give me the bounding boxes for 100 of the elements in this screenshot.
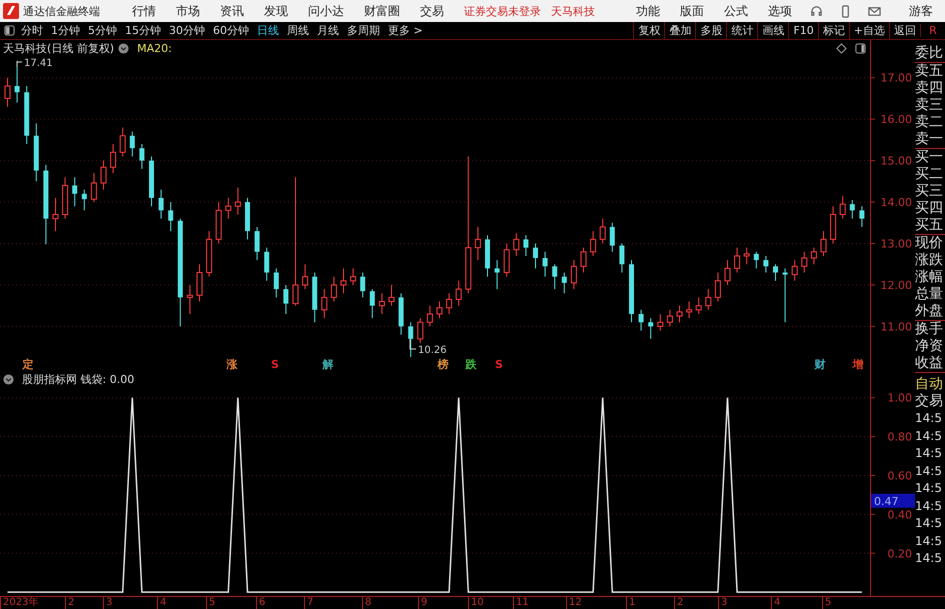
indicator-axis-label: 0.20: [888, 547, 912, 560]
menu-item[interactable]: 功能: [636, 2, 660, 20]
quote-field-label: 卖二: [915, 114, 944, 131]
notice-text: 天马科技: [551, 4, 595, 18]
headset-icon[interactable]: [810, 4, 823, 18]
rising-candle: [196, 264, 202, 302]
quote-field-label: 买三: [915, 183, 944, 200]
menu-item[interactable]: 版面: [680, 2, 704, 20]
falling-candle: [638, 309, 644, 331]
date-axis-label: 4: [771, 597, 780, 609]
rising-candle: [417, 318, 424, 344]
date-axis-label: 7: [304, 597, 314, 609]
quote-field-label: 卖一: [915, 131, 944, 148]
menu-item[interactable]: 市场: [176, 2, 200, 20]
falling-candle: [408, 322, 414, 358]
rising-candle: [216, 202, 222, 244]
falling-candle: [130, 131, 135, 157]
indicator-axis-label: 0.40: [888, 508, 912, 522]
phone-icon[interactable]: [839, 4, 852, 18]
rising-candle: [90, 172, 97, 202]
event-marker[interactable]: 解: [322, 358, 334, 371]
event-marker[interactable]: 涨: [226, 358, 238, 371]
event-marker[interactable]: 财: [814, 358, 826, 371]
date-axis-label: 2023年: [0, 597, 38, 609]
menu-item[interactable]: 问小达: [308, 2, 344, 20]
rising-candle: [340, 268, 346, 294]
rising-candle: [792, 260, 798, 282]
period-tab[interactable]: 月线: [317, 23, 339, 38]
event-marker[interactable]: 增: [852, 358, 864, 371]
menu-item[interactable]: 资讯: [220, 2, 244, 20]
rising-candle: [801, 251, 808, 273]
rising-candle: [302, 264, 308, 290]
falling-candle: [264, 247, 270, 282]
period-tab[interactable]: 5分钟: [88, 23, 117, 38]
falling-candle: [562, 272, 567, 294]
menu-item[interactable]: 财富圈: [364, 2, 400, 20]
trade-time: 14:5: [915, 410, 943, 427]
quote-field-label: 换手: [915, 321, 944, 338]
trade-time: 14:5: [915, 550, 943, 567]
rising-candle: [513, 232, 520, 256]
falling-candle: [139, 143, 144, 170]
menu-item[interactable]: 行情: [132, 2, 156, 20]
menu-item[interactable]: 公式: [724, 2, 748, 20]
period-tab[interactable]: 30分钟: [169, 23, 205, 38]
mail-icon[interactable]: [868, 4, 881, 18]
period-tab[interactable]: 更多 >: [388, 23, 423, 38]
trade-time: 14:5: [915, 445, 943, 462]
period-tab[interactable]: 60分钟: [213, 23, 249, 38]
menu-item[interactable]: 交易: [420, 2, 444, 20]
menu-item[interactable]: 选项: [768, 2, 792, 20]
chevron-down-icon[interactable]: [3, 374, 14, 385]
price-axis-label: 17.00: [880, 72, 912, 85]
panel-toggle-icon[interactable]: [4, 25, 15, 36]
trade-time: 14:5: [915, 532, 943, 550]
rising-candle: [388, 284, 394, 306]
quote-field-label: 买一: [915, 149, 944, 166]
user-label[interactable]: 游客: [909, 2, 933, 20]
falling-candle: [773, 264, 778, 282]
date-axis-label: 2: [65, 597, 74, 609]
period-tab[interactable]: 分时: [21, 23, 43, 38]
falling-candle: [494, 260, 500, 290]
rising-candle: [225, 197, 232, 220]
rising-candle: [100, 160, 106, 190]
quote-field-label: 外盘: [915, 303, 944, 320]
indicator-title: 股朋指标网 钱袋: 0.00: [22, 372, 134, 387]
event-marker[interactable]: S: [271, 358, 279, 371]
falling-candle: [398, 292, 404, 336]
rising-candle: [696, 296, 702, 314]
rising-candle: [446, 292, 452, 314]
period-tab[interactable]: 日线: [257, 23, 279, 38]
rising-candle: [600, 218, 606, 244]
quote-field-label: 卖四: [915, 80, 944, 97]
quote-field-label: 收益: [915, 355, 944, 372]
diamond-icon[interactable]: [836, 42, 847, 54]
trade-time: 14:5: [915, 462, 943, 480]
period-tab[interactable]: 多周期: [347, 23, 380, 38]
notice-text: 证券交易未登录: [464, 4, 541, 18]
falling-candle: [533, 242, 538, 269]
falling-candle: [610, 222, 615, 252]
event-marker[interactable]: 跌: [466, 358, 476, 371]
date-axis-label: 8: [362, 597, 372, 609]
chevron-down-icon[interactable]: [118, 42, 130, 54]
falling-candle: [72, 176, 78, 207]
period-tab[interactable]: 1分钟: [51, 23, 80, 38]
rising-candle: [206, 230, 212, 278]
trade-mode-label[interactable]: 自动: [915, 376, 945, 393]
event-marker[interactable]: 定: [22, 358, 34, 371]
quote-field-label: 买四: [915, 200, 944, 217]
menu-item[interactable]: 发现: [264, 2, 288, 20]
chart-title: 天马科技(日线 前复权): [3, 40, 114, 56]
rising-candle: [456, 280, 462, 306]
period-tab[interactable]: 15分钟: [125, 23, 161, 38]
falling-candle: [312, 272, 318, 323]
event-marker[interactable]: S: [495, 358, 503, 371]
panel-icon[interactable]: [855, 42, 866, 54]
event-marker[interactable]: 榜: [438, 358, 448, 371]
falling-candle: [552, 264, 558, 290]
price-axis-label: 11.00: [880, 320, 912, 334]
trade-time: 14:5: [915, 498, 943, 514]
period-tab[interactable]: 周线: [287, 23, 309, 38]
